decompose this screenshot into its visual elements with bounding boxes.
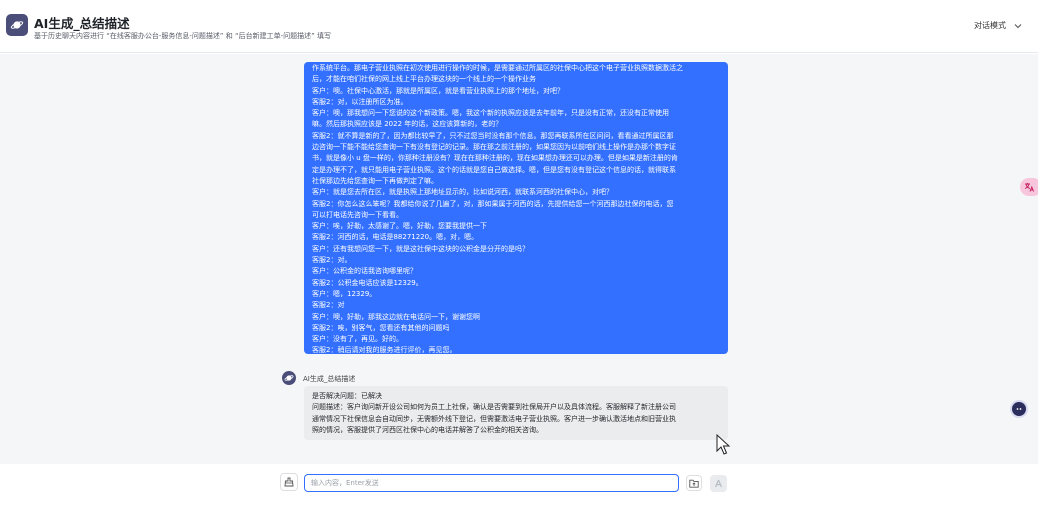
planet-icon [284, 375, 294, 381]
message-line: 客服2：稍后请对我的服务进行评价，再见您。 [312, 346, 457, 354]
translate-icon [1024, 183, 1034, 192]
broom-icon [284, 477, 294, 487]
translate-button[interactable] [1020, 178, 1038, 196]
message-line: 客户：噢。社保中心激活，那就是所属区，就是看营业执照上的那个地址，对吧？ [312, 86, 564, 95]
message-line: 作系统平台。那电子营业执照在初次使用进行操作的时候，是需要通过所属区的社保中心把… [312, 64, 683, 72]
message-line: 客服2：你怎么这么笨呢？我都给你说了几遍了，对，那如果属于河西的话，先提供给您一… [312, 199, 674, 208]
message-line: 客服2：对，以注册所区为准。 [312, 97, 408, 106]
message-line: 社保那边先给您查询一下再做判定了嘛。 [312, 176, 438, 185]
message-line: 定是办理不了，就只能用电子营业执照。这个的话就是您自己做选择。嗯，但是您有没有登… [312, 165, 676, 174]
message-line: 客户：噢，那我想问一下您说的这个新政策。嗯，我这个新的执照应该是去年前年，只是没… [312, 109, 669, 118]
message-line: 照的情况，客服提供了河西区社保中心的电话并解答了公积金的相关咨询。 [312, 425, 543, 434]
message-line: 通常情况下社保信息会自动同步，无需额外线下登记，但需要激活电子营业执照。客户进一… [312, 414, 676, 423]
message-line: 客服2：对 [312, 301, 345, 310]
message-line: 客户：还有我想问您一下，就是这社保中这块的公积金是分开的是吗？ [312, 244, 529, 253]
assistant-icon [1016, 408, 1022, 410]
send-icon [714, 479, 723, 488]
planet-icon [6, 14, 28, 36]
message-line: 嘛。然后那执照应该是 2022 年的话，这应该算新的，老的？ [312, 120, 503, 129]
message-line: 客户：嗯，12329。 [312, 289, 377, 298]
message-line: 是否解决问题：已解决 [312, 392, 382, 400]
message-input[interactable] [304, 474, 679, 492]
assistant-message-bubble: 是否解决问题：已解决 问题描述：客户询问新开设公司如何为员工上社保，确认是否需要… [304, 386, 728, 440]
app-header: AI生成_总结描述 基于历史聊天内容进行 “在线客服办公台-服务信息-问题描述”… [0, 0, 1038, 53]
assistant-name: AI生成_总结描述 [303, 375, 356, 383]
message-line: 问题描述：客户询问新开设公司如何为员工上社保，确认是否需要到社保局开户以及具体流… [312, 403, 676, 412]
message-line: 客服2：就不算是新的了，因为都比较早了，只不过您当时没有那个信息。那您再联系所在… [312, 131, 674, 140]
message-line: 客户：噢，好勒，那我这边就在电话问一下，谢谢您啊 [312, 312, 480, 321]
composer [0, 464, 1038, 520]
message-line: 书，就是像小 u 盘一样的，你那种注册没有？现在在那种注册的，现在如果想办理还可… [312, 154, 678, 163]
message-line: 客服2：河西的话，电话是88271220。嗯，对，嗯。 [312, 233, 479, 242]
message-line: 可以打电话先咨询一下看看。 [312, 210, 403, 219]
app-title: AI生成_总结描述 [34, 16, 130, 31]
message-line: 后，才能在咱们社保的网上线上平台办理这块的一个线上的一个操作业务 [312, 75, 536, 84]
clear-chat-button[interactable] [280, 473, 298, 491]
message-line: 客户：公积金的话我咨询哪里呢？ [312, 267, 417, 276]
send-button[interactable] [710, 475, 727, 492]
assistant-float-button[interactable] [1012, 402, 1026, 416]
message-line: 客服2：公积金电话应该是12329。 [312, 278, 423, 287]
mode-label: 对话模式 [974, 21, 1006, 30]
message-line: 客服2：唉，别客气，您看还有其他的问题吗 [312, 323, 450, 332]
folder-upload-icon [689, 479, 699, 488]
user-message-bubble: 作系统平台。那电子营业执照在初次使用进行操作的时候，是需要通过所属区的社保中心把… [304, 62, 728, 354]
message-line: 客户：唉，好勒，太感谢了。嗯，好勒，您要我提供一下 [312, 222, 487, 231]
message-line: 客户：就是您去所在区，就是执照上那地址显示的，比如说河西，就联系河西的社保中心，… [312, 188, 613, 197]
mode-selector[interactable]: 对话模式 [974, 20, 1022, 31]
chevron-down-icon [1014, 23, 1022, 28]
upload-file-button[interactable] [686, 475, 702, 491]
assistant-avatar [282, 371, 296, 385]
message-line: 客户：没有了，再见。好的。 [312, 335, 403, 344]
app-subtitle: 基于历史聊天内容进行 “在线客服办公台-服务信息-问题描述” 和 “后台新建工单… [34, 32, 331, 40]
message-line: 客服2：对。 [312, 256, 352, 265]
message-line: 边咨询一下能不能给您查询一下有没有登记的记录。那在那之前注册的，如果您因为以前咱… [312, 143, 676, 152]
mouse-cursor-icon [716, 434, 730, 455]
chat-area[interactable]: 作系统平台。那电子营业执照在初次使用进行操作的时候，是需要通过所属区的社保中心把… [0, 54, 1038, 464]
